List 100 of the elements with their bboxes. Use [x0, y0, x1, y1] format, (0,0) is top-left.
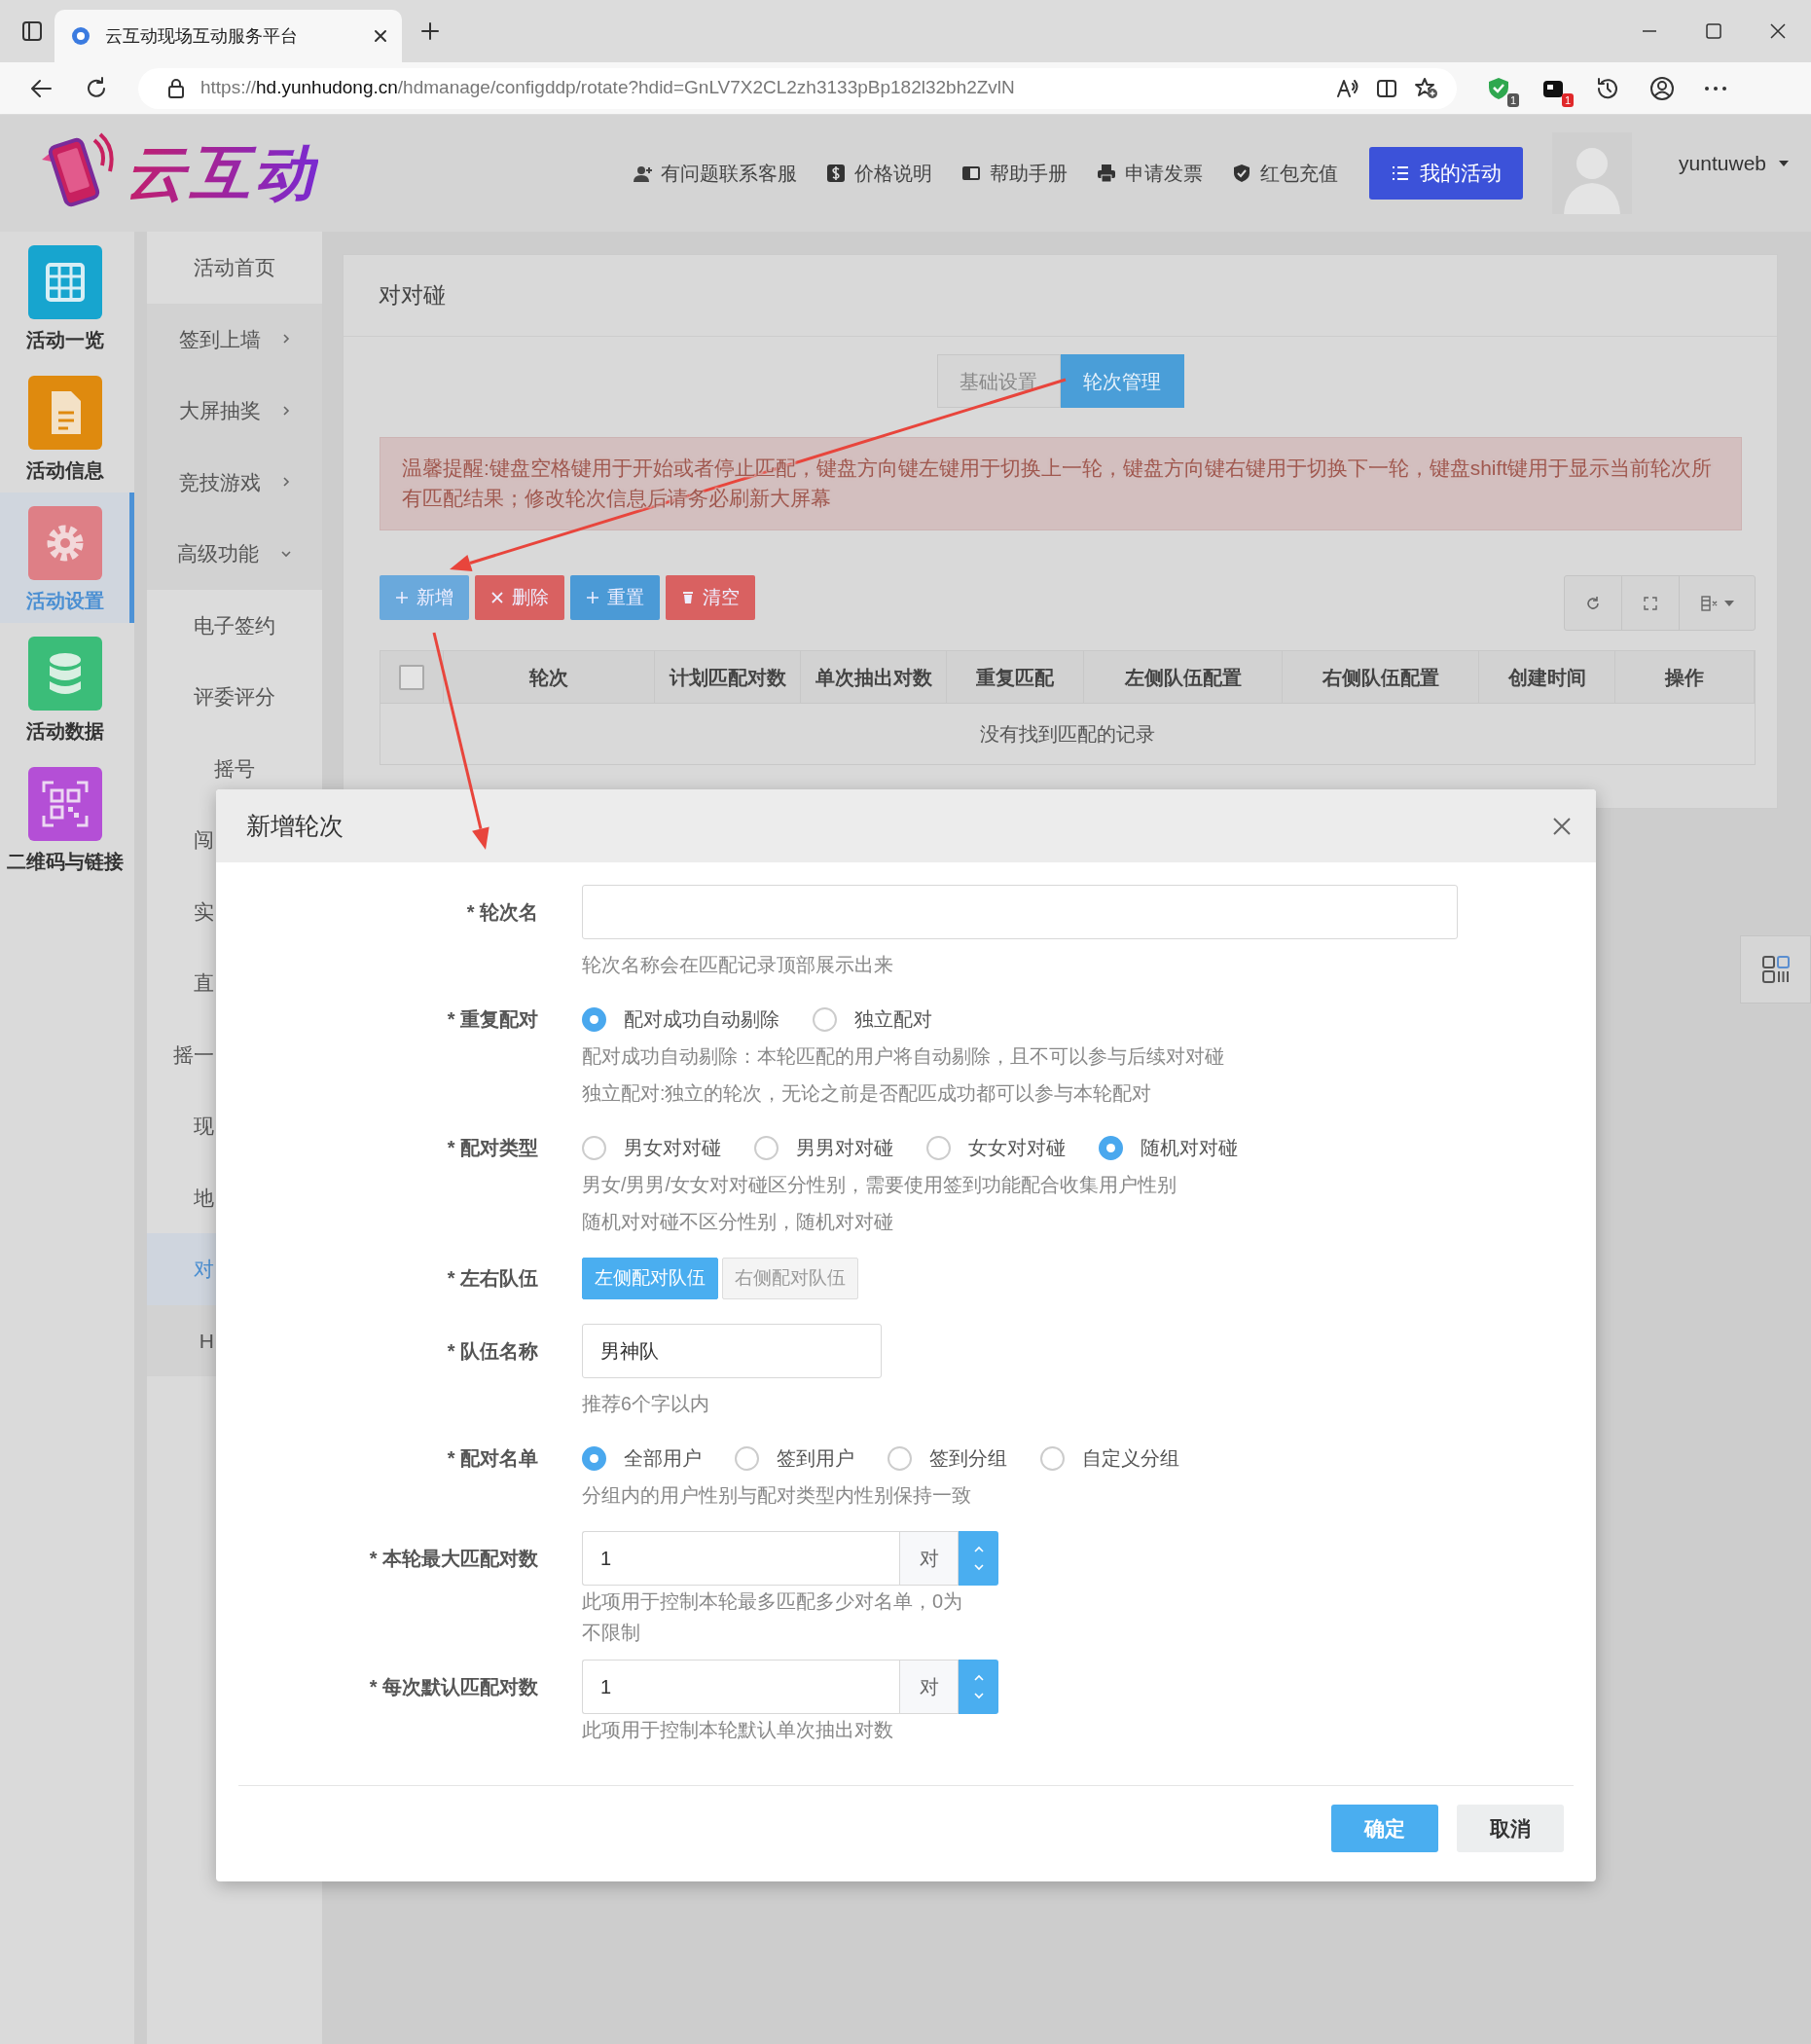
field-label: * 轮次名: [465, 900, 538, 925]
nav-link[interactable]: 价格说明: [826, 159, 933, 188]
close-icon: [490, 591, 504, 604]
book-icon: [961, 164, 982, 183]
shield-icon[interactable]: [1486, 75, 1511, 101]
sidebar-item[interactable]: 活动一览: [0, 232, 134, 362]
favorite-add-icon[interactable]: [1414, 76, 1439, 100]
lock-icon: [167, 77, 185, 99]
menu-item[interactable]: 竞技游戏: [147, 446, 322, 518]
menu-item[interactable]: 高级功能: [147, 518, 322, 590]
my-activities-button[interactable]: 我的活动: [1369, 147, 1524, 200]
nav-link[interactable]: 有问题联系客服: [633, 159, 798, 188]
read-aloud-icon[interactable]: [1336, 77, 1359, 99]
spinner-control[interactable]: [959, 1660, 998, 1714]
radio-label[interactable]: 自定义分组: [1082, 1443, 1179, 1473]
apps-button[interactable]: [1740, 935, 1811, 1004]
field-label: * 每次默认匹配对数: [368, 1675, 538, 1699]
column-header: 操作: [1615, 651, 1755, 704]
close-icon[interactable]: [1768, 21, 1788, 41]
help-text: 轮次名称会在匹配记录顶部展示出来: [582, 953, 894, 977]
caret-icon: [1723, 600, 1734, 606]
trash-icon: [681, 591, 695, 604]
radio-button[interactable]: [1040, 1445, 1065, 1471]
chevron-up-icon[interactable]: [972, 1546, 985, 1553]
radio-label[interactable]: 全部用户: [624, 1443, 702, 1473]
radio-label[interactable]: 男男对对碰: [796, 1133, 893, 1162]
sidebar-item[interactable]: 活动信息: [0, 362, 134, 493]
radio-button[interactable]: [582, 1006, 606, 1032]
radio-button[interactable]: [754, 1135, 779, 1160]
text-field[interactable]: [582, 885, 1458, 939]
site-logo-icon: [70, 25, 91, 47]
history-icon[interactable]: [1595, 75, 1620, 101]
help-text: 独立配对:独立的轮次，无论之前是否配匹成功都可以参与本轮配对: [582, 1081, 1153, 1106]
radio-button[interactable]: [735, 1445, 759, 1471]
notification-count: 1: [1561, 92, 1574, 107]
column-header: 单次抽出对数: [801, 651, 947, 704]
cancel-button[interactable]: 取消: [1457, 1805, 1564, 1852]
plus-icon[interactable]: [419, 20, 441, 42]
menu-item[interactable]: 签到上墙: [147, 303, 322, 375]
field-label: * 队伍名称: [446, 1339, 538, 1364]
radio-button[interactable]: [582, 1135, 606, 1160]
radio-button[interactable]: [582, 1445, 606, 1471]
chevron-down-icon[interactable]: [972, 1692, 985, 1699]
panel-title: 对对碰: [344, 255, 1777, 337]
radio-label[interactable]: 随机对对碰: [1141, 1133, 1238, 1162]
column-header: 轮次: [444, 651, 655, 704]
browser-tab[interactable]: 云互动现场互动服务平台: [54, 10, 402, 62]
address-bar[interactable]: https://hd.yunhudong.cn/hdmanage/configddp/rotate?hdid=GnLV7X2CL2zh3133pBp182l32bh2ZvlN: [138, 67, 1457, 109]
help-text: 此项用于控制本轮最多匹配多少对名单，0为不限制: [582, 1589, 964, 1645]
help-text: 分组内的用户性别与配对类型内性别保持一致: [582, 1483, 972, 1508]
sidebar-item[interactable]: 活动数据: [0, 623, 134, 753]
menu-item[interactable]: 大屏抽奖: [147, 375, 322, 447]
help-text: 男女/男男/女女对对碰区分性别，需要使用签到功能配合收集用户性别: [582, 1173, 1177, 1197]
radio-button[interactable]: [813, 1006, 837, 1032]
radio-label[interactable]: 独立配对: [854, 1004, 932, 1034]
refresh-icon: [1585, 595, 1601, 611]
chevron-up-icon[interactable]: [972, 1674, 985, 1682]
number-field[interactable]: 1: [582, 1660, 899, 1714]
more-icon[interactable]: [1704, 84, 1727, 92]
radio-button[interactable]: [887, 1445, 912, 1471]
nav-link[interactable]: 红包充值: [1232, 159, 1339, 188]
dollar-icon: [826, 164, 847, 183]
profile-icon[interactable]: [1649, 75, 1675, 101]
radio-button[interactable]: [926, 1135, 951, 1160]
plus-icon: [586, 591, 599, 604]
nav-link[interactable]: 帮助手册: [961, 159, 1068, 188]
number-field[interactable]: 1: [582, 1531, 899, 1586]
caret-icon: [1778, 160, 1790, 167]
text-field[interactable]: 男神队: [582, 1324, 882, 1378]
unit-label: 对: [899, 1660, 959, 1714]
url-text: https://hd.yunhudong.cn/hdmanage/configddp/rotate?hdid=GnLV7X2CL2zh3133pBp182l32bh2ZvlN: [200, 76, 1016, 100]
column-header: 左侧队伍配置: [1084, 651, 1283, 704]
fullscreen-icon: [1644, 596, 1657, 610]
column-header: 创建时间: [1479, 651, 1615, 704]
columns-icon: [1700, 595, 1719, 611]
list-icon: [1391, 164, 1411, 182]
window-icon[interactable]: [21, 20, 43, 42]
radio-label[interactable]: 配对成功自动剔除: [624, 1004, 779, 1034]
radio-button[interactable]: [1099, 1135, 1123, 1160]
qr-code-icon: [27, 767, 102, 841]
apps-icon: [1760, 955, 1791, 984]
nav-link[interactable]: 申请发票: [1097, 159, 1204, 188]
radio-label[interactable]: 签到用户: [777, 1443, 854, 1473]
chevron-down-icon[interactable]: [972, 1563, 985, 1571]
checkbox[interactable]: [399, 664, 424, 690]
split-screen-icon[interactable]: [1375, 77, 1398, 99]
field-label: * 重复配对: [446, 1007, 538, 1032]
maximize-icon[interactable]: [1704, 21, 1723, 41]
user-menu[interactable]: yuntuweb: [1679, 148, 1790, 179]
user-plus-icon: [633, 164, 653, 183]
radio-label[interactable]: 男女对对碰: [624, 1133, 721, 1162]
close-icon[interactable]: [373, 28, 388, 44]
spinner-control[interactable]: [959, 1531, 998, 1586]
radio-label[interactable]: 女女对对碰: [968, 1133, 1066, 1162]
notification-count: 1: [1506, 92, 1519, 107]
radio-label[interactable]: 签到分组: [929, 1443, 1007, 1473]
database-icon: [27, 637, 102, 711]
document-icon: [27, 376, 102, 450]
grid-icon: [27, 245, 102, 319]
sidebar-item[interactable]: 二维码与链接: [0, 753, 134, 884]
